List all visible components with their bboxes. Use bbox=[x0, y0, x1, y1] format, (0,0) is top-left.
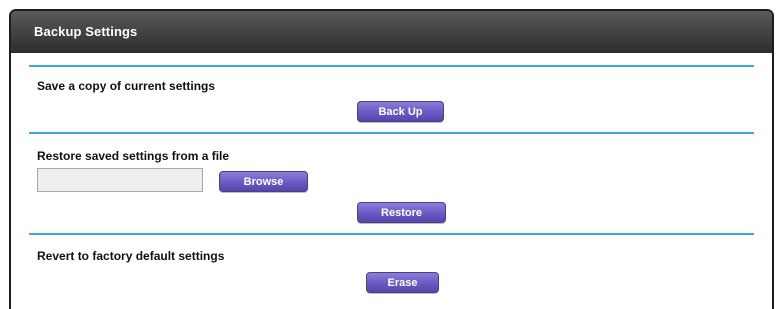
panel-title: Backup Settings bbox=[34, 24, 138, 39]
title-bar: Backup Settings bbox=[11, 11, 772, 54]
section-divider bbox=[29, 233, 754, 235]
restore-section-label: Restore saved settings from a file bbox=[37, 149, 230, 163]
settings-panel: Save a copy of current settings Back Up … bbox=[11, 53, 772, 309]
backup-settings-window: Backup Settings Save a copy of current s… bbox=[9, 9, 774, 309]
erase-button[interactable]: Erase bbox=[366, 272, 439, 293]
erase-section-label: Revert to factory default settings bbox=[37, 249, 225, 263]
section-divider bbox=[29, 132, 754, 134]
section-divider bbox=[29, 65, 754, 67]
back-up-button[interactable]: Back Up bbox=[357, 101, 444, 122]
restore-button[interactable]: Restore bbox=[357, 202, 446, 223]
browse-button[interactable]: Browse bbox=[219, 171, 308, 192]
backup-section-label: Save a copy of current settings bbox=[37, 79, 216, 93]
restore-file-input[interactable] bbox=[37, 168, 203, 192]
